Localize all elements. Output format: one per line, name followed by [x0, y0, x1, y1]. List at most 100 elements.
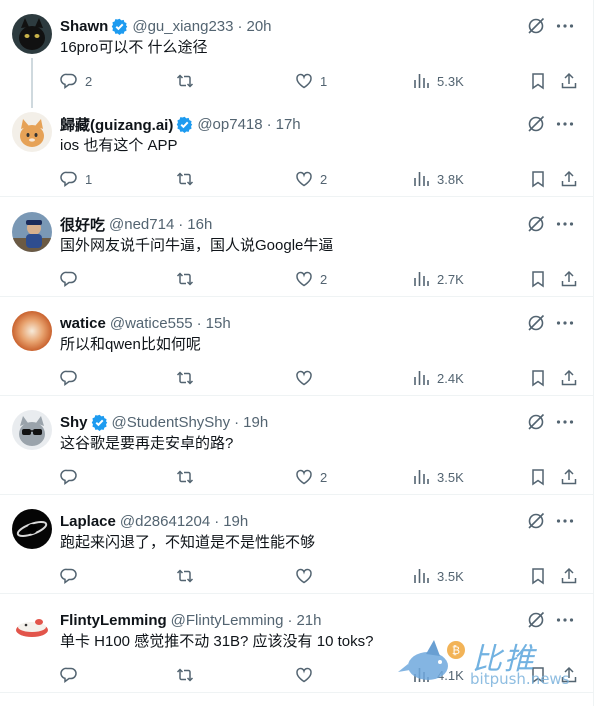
grok-icon[interactable] — [527, 314, 545, 332]
retweet-button[interactable] — [176, 268, 201, 290]
avatar[interactable] — [12, 509, 52, 549]
timestamp[interactable]: 19h — [243, 414, 268, 431]
view-count: 3.5K — [437, 469, 464, 485]
retweet-button[interactable] — [176, 70, 201, 92]
bookmark-button[interactable] — [529, 367, 547, 389]
grok-icon[interactable] — [527, 413, 545, 431]
share-button[interactable] — [560, 168, 578, 190]
tweet-header: 歸藏(guizang.ai) @op7418 · 17h — [60, 113, 583, 135]
views-button[interactable]: 3.5K — [412, 466, 464, 488]
handle[interactable]: @ned714 — [109, 216, 174, 233]
separator-dot: · — [178, 215, 184, 233]
handle[interactable]: @watice555 — [110, 315, 193, 332]
more-icon[interactable] — [555, 115, 575, 133]
reply-button[interactable] — [60, 367, 85, 389]
like-button[interactable] — [295, 565, 320, 587]
retweet-button[interactable] — [176, 565, 201, 587]
grok-icon[interactable] — [527, 115, 545, 133]
timestamp[interactable]: 19h — [223, 513, 248, 530]
views-button[interactable]: 3.5K — [412, 565, 464, 587]
avatar[interactable] — [12, 212, 52, 252]
bookmark-button[interactable] — [529, 70, 547, 92]
share-button[interactable] — [560, 565, 578, 587]
reply-button[interactable] — [60, 466, 85, 488]
display-name[interactable]: Laplace — [60, 513, 116, 530]
grok-icon[interactable] — [527, 611, 545, 629]
tweet-header: Shawn @gu_xiang233 · 20h — [60, 15, 583, 37]
handle[interactable]: @gu_xiang233 — [132, 18, 233, 35]
handle[interactable]: @StudentShyShy — [112, 414, 231, 431]
grok-icon[interactable] — [527, 17, 545, 35]
like-button[interactable] — [295, 664, 320, 686]
view-count: 2.4K — [437, 370, 464, 386]
display-name[interactable]: FlintyLemming — [60, 612, 167, 629]
avatar[interactable] — [12, 410, 52, 450]
more-icon[interactable] — [555, 17, 575, 35]
bookmark-button[interactable] — [529, 466, 547, 488]
display-name[interactable]: Shawn — [60, 18, 108, 35]
views-button[interactable]: 2.7K — [412, 268, 464, 290]
like-button[interactable]: 2 — [295, 268, 327, 290]
retweet-button[interactable] — [176, 466, 201, 488]
timestamp[interactable]: 17h — [276, 116, 301, 133]
share-button[interactable] — [560, 268, 578, 290]
handle[interactable]: @FlintyLemming — [171, 612, 284, 629]
grok-icon[interactable] — [527, 215, 545, 233]
retweet-button[interactable] — [176, 367, 201, 389]
avatar[interactable] — [12, 14, 52, 54]
like-button[interactable] — [295, 367, 320, 389]
tweet-header: Shy @StudentShyShy · 19h — [60, 411, 583, 433]
handle[interactable]: @d28641204 — [120, 513, 210, 530]
retweet-button[interactable] — [176, 664, 201, 686]
retweet-button[interactable] — [176, 168, 201, 190]
like-count: 1 — [320, 73, 328, 89]
grok-icon[interactable] — [527, 512, 545, 530]
display-name[interactable]: 很好吃 — [60, 214, 105, 235]
tweet-text: 国外网友说千问牛逼，国人说Google牛逼 — [60, 237, 334, 254]
timestamp[interactable]: 20h — [246, 18, 271, 35]
reply-tweet[interactable]: 歸藏(guizang.ai) @op7418 · 17h ios 也有这个 AP… — [0, 98, 593, 197]
bookmark-button[interactable] — [529, 565, 547, 587]
action-bar: 2 1 5.3K — [60, 70, 577, 92]
reply-tweet[interactable]: Laplace @d28641204 · 19h 跑起来闪退了，不知道是不是性能… — [0, 495, 593, 594]
reply-button[interactable]: 2 — [60, 70, 92, 92]
bookmark-button[interactable] — [529, 168, 547, 190]
timestamp[interactable]: 16h — [187, 216, 212, 233]
timestamp[interactable]: 21h — [296, 612, 321, 629]
reply-button[interactable] — [60, 664, 85, 686]
tweet-text: 16pro可以不 什么途径 — [60, 39, 208, 56]
share-button[interactable] — [560, 466, 578, 488]
view-count: 3.8K — [437, 171, 464, 187]
timestamp[interactable]: 15h — [206, 315, 231, 332]
tweet-header: FlintyLemming @FlintyLemming · 21h — [60, 609, 583, 631]
avatar[interactable] — [12, 608, 52, 648]
display-name[interactable]: watice — [60, 315, 106, 332]
views-button[interactable]: 5.3K — [412, 70, 464, 92]
display-name[interactable]: 歸藏(guizang.ai) — [60, 114, 173, 135]
share-button[interactable] — [560, 70, 578, 92]
more-icon[interactable] — [555, 611, 575, 629]
like-button[interactable]: 1 — [295, 70, 327, 92]
views-button[interactable]: 3.8K — [412, 168, 464, 190]
like-button[interactable]: 2 — [295, 466, 327, 488]
more-icon[interactable] — [555, 314, 575, 332]
display-name[interactable]: Shy — [60, 414, 88, 431]
more-icon[interactable] — [555, 215, 575, 233]
reply-tweet[interactable]: 很好吃 @ned714 · 16h 国外网友说千问牛逼，国人说Google牛逼 … — [0, 198, 593, 297]
like-count: 2 — [320, 171, 328, 187]
views-button[interactable]: 2.4K — [412, 367, 464, 389]
avatar[interactable] — [12, 112, 52, 152]
bookmark-button[interactable] — [529, 268, 547, 290]
more-icon[interactable] — [555, 512, 575, 530]
reply-button[interactable]: 1 — [60, 168, 92, 190]
reply-button[interactable] — [60, 268, 85, 290]
share-button[interactable] — [560, 367, 578, 389]
reply-tweet[interactable]: Shy @StudentShyShy · 19h 这谷歌是要再走安卓的路? 2 … — [0, 396, 593, 495]
handle[interactable]: @op7418 — [197, 116, 262, 133]
more-icon[interactable] — [555, 413, 575, 431]
reply-tweet[interactable]: Shawn @gu_xiang233 · 20h 16pro可以不 什么途径 2… — [0, 0, 593, 108]
avatar[interactable] — [12, 311, 52, 351]
like-button[interactable]: 2 — [295, 168, 327, 190]
reply-tweet[interactable]: watice @watice555 · 15h 所以和qwen比如何呢 2.4K — [0, 297, 593, 396]
reply-button[interactable] — [60, 565, 85, 587]
